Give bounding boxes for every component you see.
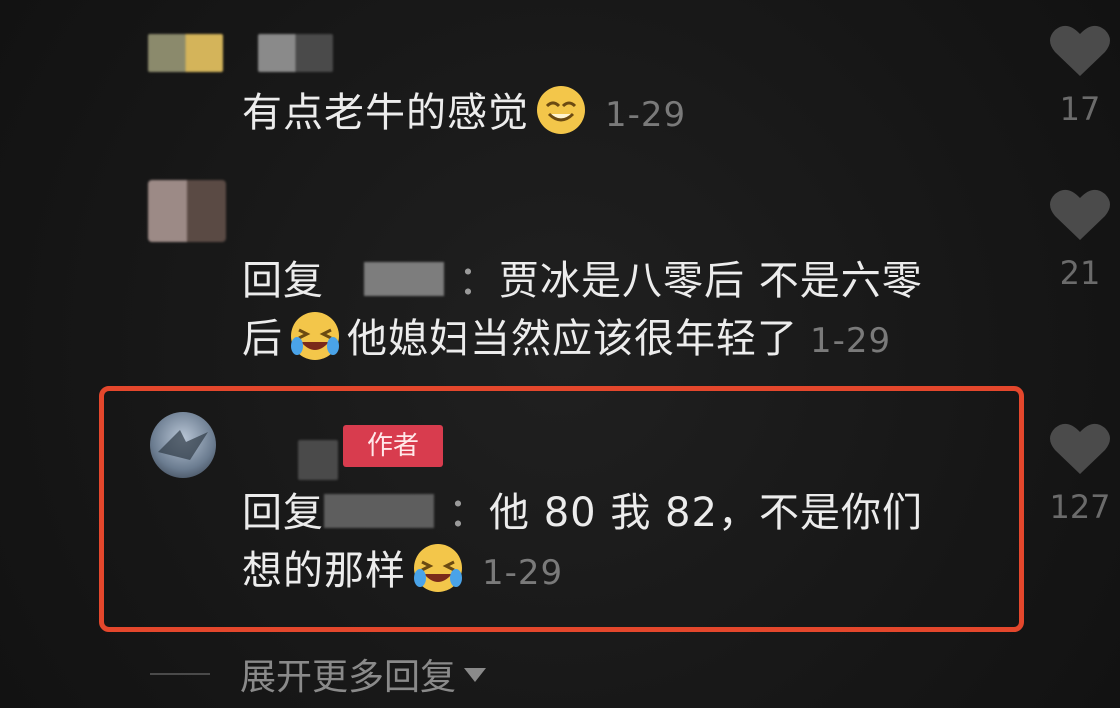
expand-more-replies[interactable]: 展开更多回复	[150, 648, 488, 700]
like-button-3[interactable]: 127	[1040, 420, 1120, 526]
like-count-2: 21	[1059, 254, 1101, 292]
heart-icon	[1050, 423, 1110, 474]
reply-prefix: 回复	[242, 258, 324, 304]
comment-2-line2b: 他媳妇当然应该很年轻了	[347, 316, 798, 362]
comment-2-text: 回复 ：贾冰是八零后 不是六零 后 他媳妇当然应该很年轻了 1-29	[242, 258, 923, 362]
comment-2-line2a: 后	[242, 316, 283, 362]
laughing-crying-emoji-icon	[414, 544, 462, 592]
like-button-2[interactable]: 21	[1040, 186, 1120, 292]
username-mosaic	[298, 440, 338, 480]
username-mosaic	[324, 494, 434, 528]
laughing-crying-emoji-icon	[291, 312, 339, 360]
author-avatar[interactable]	[150, 412, 216, 478]
expand-more-label: 展开更多回复	[240, 657, 457, 698]
comment-3-line1: 他 80 我 82，不是你们	[489, 490, 923, 536]
like-count-3: 127	[1049, 488, 1111, 526]
divider-line	[150, 673, 210, 675]
heart-icon	[1050, 189, 1110, 240]
heart-icon	[1050, 25, 1110, 76]
avatar-image-icon	[158, 430, 208, 460]
avatar[interactable]	[148, 180, 226, 242]
comment-3-text: 回复 ：他 80 我 82，不是你们 想的那样 1-29	[242, 490, 923, 594]
comment-screen: 有点老牛的感觉 1-29 17 回复 ：贾冰是八零后 不是六零 后 他媳妇当然应该…	[0, 0, 1120, 708]
comment-3-line2: 想的那样	[242, 548, 406, 594]
comment-2-date: 1-29	[810, 321, 892, 361]
comment-1-date: 1-29	[605, 95, 687, 135]
comment-3-date: 1-29	[482, 553, 564, 593]
triangle-down-icon	[464, 668, 487, 682]
comment-1-text: 有点老牛的感觉 1-29	[242, 84, 686, 142]
username-mosaic	[258, 34, 333, 72]
reply-prefix: 回复	[242, 490, 324, 536]
grinning-emoji-icon	[537, 86, 585, 134]
comment-1-body: 有点老牛的感觉	[242, 90, 529, 136]
author-badge: 作者	[343, 425, 443, 467]
comment-2-line1: 贾冰是八零后 不是六零	[499, 258, 923, 304]
like-button-1[interactable]: 17	[1040, 22, 1120, 128]
username-mosaic	[148, 34, 223, 72]
username-mosaic	[364, 262, 444, 296]
like-count-1: 17	[1059, 90, 1101, 128]
